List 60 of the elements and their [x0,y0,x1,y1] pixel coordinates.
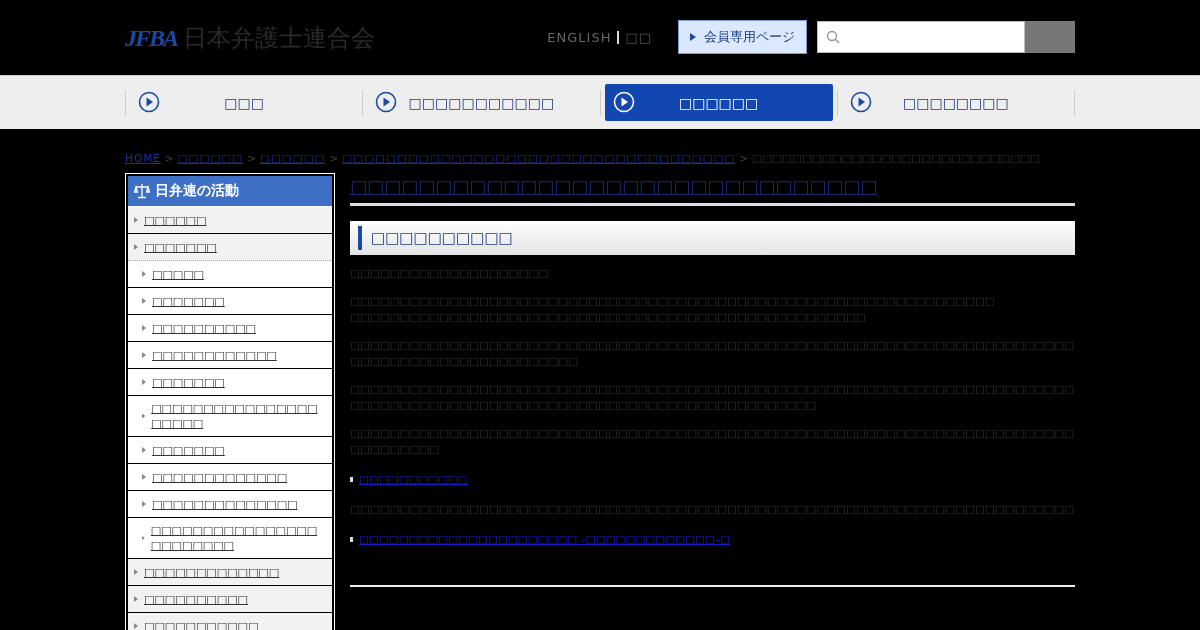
arrow-icon [142,447,146,453]
arrow-icon [142,535,145,541]
breadcrumb-current: □□□□□□□□□□□□□□□□□□□□□□□□□□□□□ [752,152,1041,164]
sidebar-subitem[interactable]: □□□□□□□□□□□□ [128,342,332,369]
sidebar-subitem[interactable]: □□□□□□□ [128,437,332,464]
sidebar-subitem[interactable]: □□□□□ [128,261,332,288]
sidebar-subitem[interactable]: □□□□□□□□□□□□□□ [128,491,332,518]
play-circle-icon [138,91,160,113]
arrow-icon [142,352,146,358]
breadcrumb-separator: > [739,152,749,164]
arrow-icon [134,623,138,629]
paragraph: □□□□□□□□□□□□□□□□□□□□ [350,266,550,281]
search-field[interactable] [817,21,1025,53]
nav-tab[interactable]: □□□□□□□□□□□ [367,84,596,121]
play-circle-icon [849,91,872,113]
scales-icon [134,183,150,199]
arrow-icon [142,501,146,507]
sidebar-subitem[interactable]: □□□□□□□□□□□□□□□□□□□□□□□□ [128,518,332,559]
bullet-icon [350,536,353,542]
sidebar-item[interactable]: □□□□□□□□□□□□□ [128,559,332,586]
section-heading: □□□□□□□□□□ [350,221,1075,255]
search-icon [826,30,840,44]
sidebar-subitem[interactable]: □□□□□□□ [128,369,332,396]
breadcrumb-separator: > [164,152,174,164]
sidebar-item[interactable]: □□□□□□□ [128,234,332,261]
sidebar-subitem[interactable]: □□□□□□□ [128,288,332,315]
sidebar-subitem[interactable]: □□□□□□□□□□□□□□□□□□□□□ [128,396,332,437]
arrow-icon [134,217,138,223]
arrow-icon [134,569,138,575]
arrow-icon [142,325,146,331]
triangle-icon [690,33,696,41]
play-circle-icon [612,91,635,113]
arrow-icon [142,413,146,419]
breadcrumb-separator: > [329,152,339,164]
search-button[interactable] [1025,21,1075,53]
language-link[interactable]: ENGLISH [547,29,612,45]
arrow-icon [142,271,146,277]
sidebar-title: 日弁連の活動 [128,176,332,207]
paragraph: □□□□□□□□□□□□□□□□□□□□□□□□□□□□□□□□□□□□□□□□□□□□□□□□□□□□□□□□□□□□□□□□□ □□□□□□□□□□□□□□□□□□□□□□□□□□□□□□□□□□□□□□□□□□□□□□□□□□□□ [350,294,996,325]
paragraph: □□□□□□□□□□□□□□□□□□□□□□□□□□□□□□□□□□□□□□□□□□□□□□□□□□□□□□□□□□□□□□□□□□□□□□□□□ [350,502,1075,517]
nav-tab[interactable]: □□□□□□□□ [841,84,1070,121]
play-circle-icon [375,91,398,113]
paragraph: □□□□□□□□□□□□□□□□□□□□□□□□□□□□□□□□□□□□□□□□□□□□□□□□□□□□□□□□□□□□□□□□□□□□□□□□□□□□□□□□□□ [350,426,1075,457]
sidebar-subitem[interactable]: □□□□□□□□□□ [128,315,332,342]
nav-tab[interactable]: □□□□□□ [604,84,833,121]
sidebar-item[interactable]: □□□□□□□□□□□ [128,613,332,630]
sidebar-item[interactable]: □□□□□□□□□□ [128,586,332,613]
arrow-icon [142,298,146,304]
arrow-icon [134,244,138,250]
sidebar-subitem[interactable]: □□□□□□□□□□□□□ [128,464,332,491]
member-page-button[interactable]: 会員専用ページ [678,20,807,54]
paragraph: □□□□□□□□□□□□□□□□□□□□□□□□□□□□□□□□□□□□□□□□□□□□□□□□□□□□□□□□□□□□□□□□□□□□□□□□□□□□□□□□□□□□□□□□□□□□□□□□ [350,338,1075,369]
arrow-icon [134,596,138,602]
sidebar-item[interactable]: □□□□□□ [128,207,332,234]
paragraph: □□□□□□□□□□□□□□□□□□□□□□□□□□□□□□□□□□□□□□□□□□□□□□□□□□□□□□□□□□□□□□□□□□□□□□□□□□□□□□□□□□□□□□□□□□□□□□□□□□□□□□□□□□□□□□□□□□□□□□□□ [350,382,1075,413]
arrow-icon [142,379,146,385]
arrow-icon [142,474,146,480]
breadcrumb-separator: > [247,152,256,164]
bullet-icon [350,476,353,482]
nav-tab[interactable]: □□□ [130,84,359,121]
